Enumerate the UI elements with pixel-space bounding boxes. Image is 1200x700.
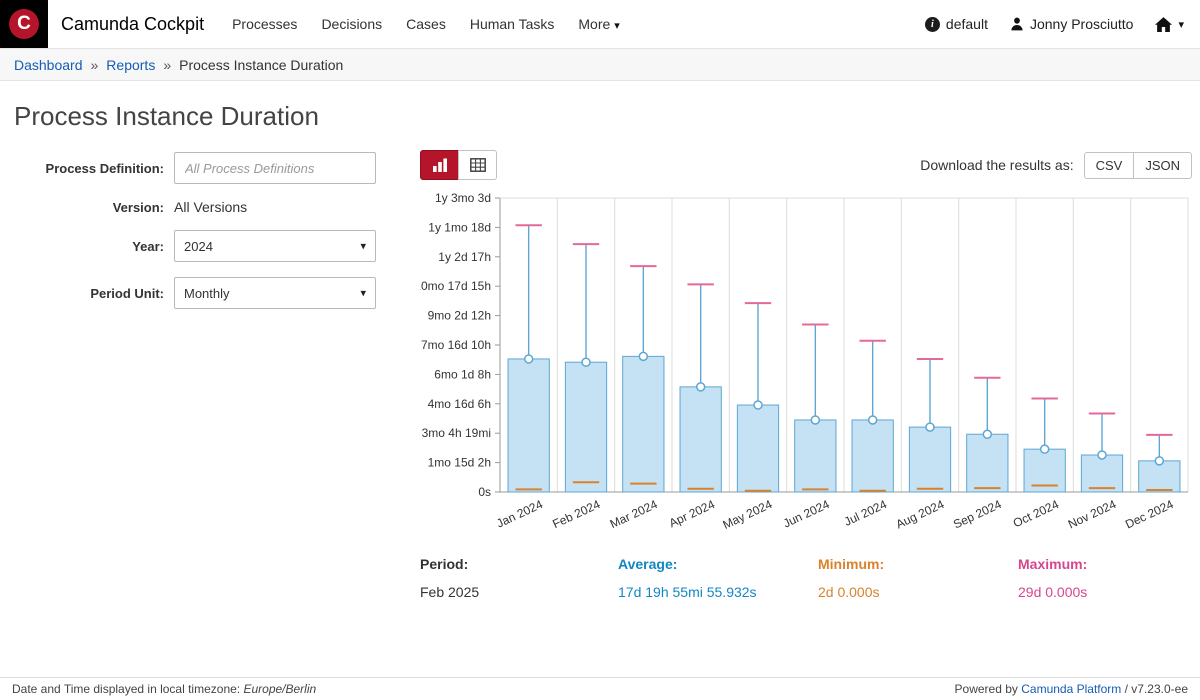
- main-nav: Processes Decisions Cases Human Tasks Mo…: [232, 16, 620, 32]
- svg-text:Nov 2024: Nov 2024: [1066, 497, 1119, 532]
- navbar-right: i default Jonny Prosciutto ▾: [925, 16, 1200, 32]
- download-button-group: CSV JSON: [1084, 152, 1192, 179]
- duration-chart: 0s 1mo 15d 2h 3mo 4h 19mi 4mo 16d 6h 6mo 1d …: [420, 186, 1192, 546]
- nav-item-more[interactable]: More ▾: [578, 16, 619, 32]
- bar-chart-icon: [432, 158, 448, 172]
- powered-prefix: Powered by: [955, 682, 1018, 696]
- period-unit-select[interactable]: Monthly: [174, 277, 376, 309]
- breadcrumb: Dashboard » Reports » Process Instance D…: [0, 48, 1200, 81]
- view-toggle-group: [420, 150, 497, 180]
- powered-by: Powered by Camunda Platform / v7.23.0-ee: [955, 682, 1188, 696]
- average-label: Average:: [618, 556, 818, 572]
- download-area: Download the results as: CSV JSON: [920, 152, 1192, 179]
- breadcrumb-current: Process Instance Duration: [179, 57, 343, 73]
- breadcrumb-separator: »: [163, 57, 171, 73]
- summary-maximum: Maximum: 29d 0.000s: [1018, 556, 1192, 600]
- svg-text:Apr 2024: Apr 2024: [667, 497, 717, 530]
- user-icon: [1010, 17, 1024, 31]
- home-menu[interactable]: ▾: [1155, 17, 1184, 32]
- camunda-logo[interactable]: C: [0, 0, 48, 48]
- chart-section: Download the results as: CSV JSON 0s 1mo …: [414, 150, 1192, 600]
- svg-text:1y 2d 17h: 1y 2d 17h: [438, 250, 491, 264]
- platform-version: / v7.23.0-ee: [1125, 682, 1188, 696]
- svg-text:1y 1mo 18d: 1y 1mo 18d: [428, 220, 491, 234]
- table-view-button[interactable]: [458, 150, 497, 180]
- svg-text:Jul 2024: Jul 2024: [842, 497, 889, 529]
- chart-toolbar: Download the results as: CSV JSON: [420, 150, 1192, 180]
- home-icon: [1155, 17, 1172, 32]
- period-label: Period:: [420, 556, 618, 572]
- svg-text:Jan 2024: Jan 2024: [494, 497, 545, 531]
- svg-text:Oct 2024: Oct 2024: [1011, 497, 1061, 530]
- svg-text:9mo 2d 12h: 9mo 2d 12h: [428, 309, 491, 323]
- top-navbar: C Camunda Cockpit Processes Decisions Ca…: [0, 0, 1200, 48]
- average-value: 17d 19h 55mi 55.932s: [618, 584, 818, 600]
- version-value: All Versions: [174, 199, 247, 215]
- period-value: Feb 2025: [420, 584, 618, 600]
- engine-name: default: [946, 16, 988, 32]
- svg-text:6mo 1d 8h: 6mo 1d 8h: [434, 367, 491, 381]
- maximum-value: 29d 0.000s: [1018, 584, 1192, 600]
- camunda-logo-icon: C: [9, 9, 39, 39]
- svg-text:Aug 2024: Aug 2024: [894, 497, 947, 532]
- download-label: Download the results as:: [920, 157, 1073, 173]
- svg-text:0s: 0s: [478, 485, 491, 499]
- period-unit-label: Period Unit:: [14, 286, 174, 301]
- breadcrumb-reports[interactable]: Reports: [106, 57, 155, 73]
- svg-text:May 2024: May 2024: [721, 497, 775, 532]
- report-filter-form: Process Definition: Version: All Version…: [14, 150, 414, 324]
- timezone-value: Europe/Berlin: [243, 682, 316, 696]
- svg-text:Mar 2024: Mar 2024: [608, 497, 660, 531]
- download-csv-button[interactable]: CSV: [1084, 152, 1135, 179]
- summary-minimum: Minimum: 2d 0.000s: [818, 556, 1018, 600]
- nav-item-human-tasks[interactable]: Human Tasks: [470, 16, 555, 32]
- svg-text:10mo 17d 15h: 10mo 17d 15h: [420, 279, 491, 293]
- chevron-down-icon: ▾: [1178, 18, 1184, 31]
- process-definition-input[interactable]: [174, 152, 376, 184]
- svg-text:1y 3mo 3d: 1y 3mo 3d: [435, 191, 491, 205]
- download-json-button[interactable]: JSON: [1133, 152, 1192, 179]
- version-label: Version:: [14, 200, 174, 215]
- nav-item-processes[interactable]: Processes: [232, 16, 297, 32]
- report-summary: Period: Feb 2025 Average: 17d 19h 55mi 5…: [420, 556, 1192, 600]
- svg-text:3mo 4h 19mi: 3mo 4h 19mi: [422, 426, 491, 440]
- svg-text:Sep 2024: Sep 2024: [951, 497, 1004, 532]
- breadcrumb-separator: »: [91, 57, 99, 73]
- camunda-platform-link[interactable]: Camunda Platform: [1021, 682, 1121, 696]
- svg-text:Jun 2024: Jun 2024: [781, 497, 832, 531]
- user-name: Jonny Prosciutto: [1030, 16, 1134, 32]
- nav-item-cases[interactable]: Cases: [406, 16, 446, 32]
- footer: Date and Time displayed in local timezon…: [0, 677, 1200, 700]
- page-title: Process Instance Duration: [14, 101, 1186, 132]
- maximum-label: Maximum:: [1018, 556, 1192, 572]
- minimum-label: Minimum:: [818, 556, 1018, 572]
- svg-text:7mo 16d 10h: 7mo 16d 10h: [421, 338, 491, 352]
- svg-text:Dec 2024: Dec 2024: [1123, 497, 1176, 532]
- chart-view-button[interactable]: [420, 150, 459, 180]
- chevron-down-icon: ▾: [614, 20, 620, 32]
- nav-more-label: More: [578, 16, 610, 32]
- app-title: Camunda Cockpit: [61, 14, 204, 35]
- nav-item-decisions[interactable]: Decisions: [321, 16, 382, 32]
- main-content: Process Instance Duration Process Defini…: [0, 101, 1200, 600]
- table-icon: [470, 158, 486, 172]
- summary-period: Period: Feb 2025: [420, 556, 618, 600]
- svg-text:1mo 15d 2h: 1mo 15d 2h: [428, 456, 491, 470]
- process-definition-label: Process Definition:: [14, 161, 174, 176]
- year-label: Year:: [14, 239, 174, 254]
- breadcrumb-dashboard[interactable]: Dashboard: [14, 57, 83, 73]
- svg-text:Feb 2024: Feb 2024: [550, 497, 602, 531]
- info-icon: i: [925, 17, 940, 32]
- engine-select[interactable]: i default: [925, 16, 988, 32]
- svg-text:4mo 16d 6h: 4mo 16d 6h: [428, 397, 491, 411]
- minimum-value: 2d 0.000s: [818, 584, 1018, 600]
- year-select[interactable]: 2024: [174, 230, 376, 262]
- timezone-note: Date and Time displayed in local timezon…: [12, 682, 316, 696]
- summary-average: Average: 17d 19h 55mi 55.932s: [618, 556, 818, 600]
- timezone-prefix: Date and Time displayed in local timezon…: [12, 682, 240, 696]
- user-menu[interactable]: Jonny Prosciutto: [1010, 16, 1134, 32]
- logo-letter: C: [17, 13, 31, 35]
